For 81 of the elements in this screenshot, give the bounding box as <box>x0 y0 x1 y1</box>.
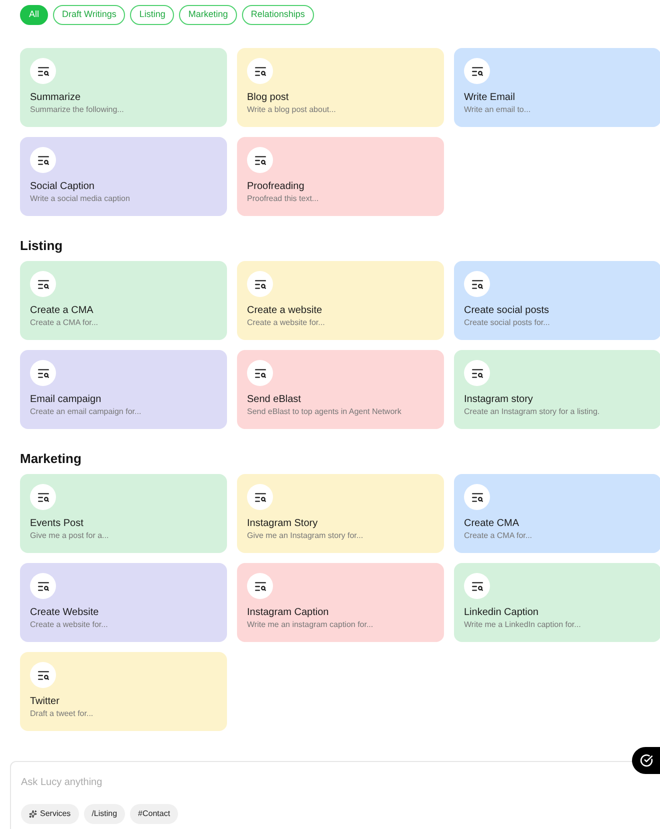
card-subtitle: Create a website for... <box>30 619 109 630</box>
prompt-card[interactable]: Social Caption Write a social media caption <box>20 137 227 216</box>
card-title: Blog post <box>247 91 290 104</box>
search-list-icon <box>247 360 273 386</box>
check-circle-icon <box>640 754 652 767</box>
prompt-card[interactable]: Summarize Summarize the following... <box>20 48 227 127</box>
prompt-card[interactable]: Write Email Write an email to... <box>454 48 660 127</box>
card-title: Summarize <box>30 91 82 104</box>
search-list-icon <box>464 573 490 599</box>
search-list-icon <box>30 484 56 510</box>
search-list-icon <box>30 271 56 297</box>
card-title: Proofreading <box>247 180 306 193</box>
search-list-icon <box>247 147 273 173</box>
search-list-icon <box>247 271 273 297</box>
card-title: Events Post <box>30 517 84 530</box>
command-chip[interactable]: /Listing <box>84 804 126 824</box>
search-list-icon <box>30 662 56 688</box>
section-heading: Listing <box>20 237 63 256</box>
card-title: Create social posts <box>464 304 550 317</box>
prompt-card[interactable]: Instagram story Create an Instagram story for a listing. <box>454 350 660 429</box>
check-button[interactable] <box>632 747 660 774</box>
prompt-card[interactable]: Instagram Story Give me an Instagram story for... <box>237 474 444 553</box>
card-title: Linkedin Caption <box>464 606 540 619</box>
card-subtitle: Give me an Instagram story for... <box>247 530 364 541</box>
card-title: Twitter <box>30 695 60 708</box>
card-subtitle: Write me a LinkedIn caption for... <box>464 619 582 630</box>
card-title: Write Email <box>464 91 516 104</box>
search-list-icon <box>464 360 490 386</box>
search-list-icon <box>247 58 273 84</box>
card-title: Email campaign <box>30 393 102 406</box>
prompt-card[interactable]: Instagram Caption Write me an instagram caption for... <box>237 563 444 642</box>
card-subtitle: Send eBlast to top agents in Agent Network <box>247 406 402 417</box>
prompt-card[interactable]: Create Website Create a website for... <box>20 563 227 642</box>
card-title: Create Website <box>30 606 100 619</box>
card-title: Social Caption <box>30 180 96 193</box>
prompt-card[interactable]: Blog post Write a blog post about... <box>237 48 444 127</box>
card-subtitle: Create a website for... <box>247 317 326 328</box>
prompt-card[interactable]: Twitter Draft a tweet for... <box>20 652 227 731</box>
card-title: Instagram Caption <box>247 606 330 619</box>
prompt-card[interactable]: Linkedin Caption Write me a LinkedIn caption for... <box>454 563 660 642</box>
card-subtitle: Proofread this text... <box>247 193 320 204</box>
card-title: Instagram story <box>464 393 534 406</box>
search-list-icon <box>30 58 56 84</box>
search-list-icon <box>247 573 273 599</box>
command-chip[interactable]: Services <box>21 804 79 824</box>
card-subtitle: Write me an instagram caption for... <box>247 619 374 630</box>
card-subtitle: Draft a tweet for... <box>30 708 94 719</box>
card-subtitle: Write an email to... <box>464 104 532 115</box>
card-subtitle: Create an email campaign for... <box>30 406 142 417</box>
chat-input-field[interactable]: Ask Lucy anything <box>21 774 421 790</box>
prompt-card[interactable]: Events Post Give me a post for a... <box>20 474 227 553</box>
card-subtitle: Write a blog post about... <box>247 104 337 115</box>
card-title: Create a CMA <box>30 304 94 317</box>
card-subtitle: Create a CMA for... <box>30 317 100 328</box>
sparkle-icon <box>29 810 37 818</box>
card-subtitle: Write a social media caption <box>30 193 131 204</box>
search-list-icon <box>30 147 56 173</box>
command-chip[interactable]: #Contact <box>130 804 178 824</box>
prompt-card[interactable]: Send eBlast Send eBlast to top agents in Agent Network <box>237 350 444 429</box>
section-heading: Marketing <box>20 450 82 468</box>
card-subtitle: Create an Instagram story for a listing. <box>464 406 601 417</box>
search-list-icon <box>464 484 490 510</box>
search-list-icon <box>464 271 490 297</box>
card-title: Send eBlast <box>247 393 302 406</box>
search-list-icon <box>464 58 490 84</box>
search-list-icon <box>30 573 56 599</box>
prompt-card[interactable]: Create CMA Create a CMA for... <box>454 474 660 553</box>
prompt-card[interactable]: Create a website Create a website for... <box>237 261 444 340</box>
search-list-icon <box>247 484 273 510</box>
prompt-card[interactable]: Create a CMA Create a CMA for... <box>20 261 227 340</box>
card-title: Create a website <box>247 304 324 317</box>
card-title: Instagram Story <box>247 517 319 530</box>
prompt-card[interactable]: Create social posts Create social posts for... <box>454 261 660 340</box>
card-subtitle: Summarize the following... <box>30 104 125 115</box>
search-list-icon <box>30 360 56 386</box>
card-subtitle: Create a CMA for... <box>464 530 534 541</box>
card-subtitle: Give me a post for a... <box>30 530 110 541</box>
card-title: Create CMA <box>464 517 520 530</box>
prompt-card[interactable]: Email campaign Create an email campaign for... <box>20 350 227 429</box>
prompt-card[interactable]: Proofreading Proofread this text... <box>237 137 444 216</box>
card-subtitle: Create social posts for... <box>464 317 551 328</box>
